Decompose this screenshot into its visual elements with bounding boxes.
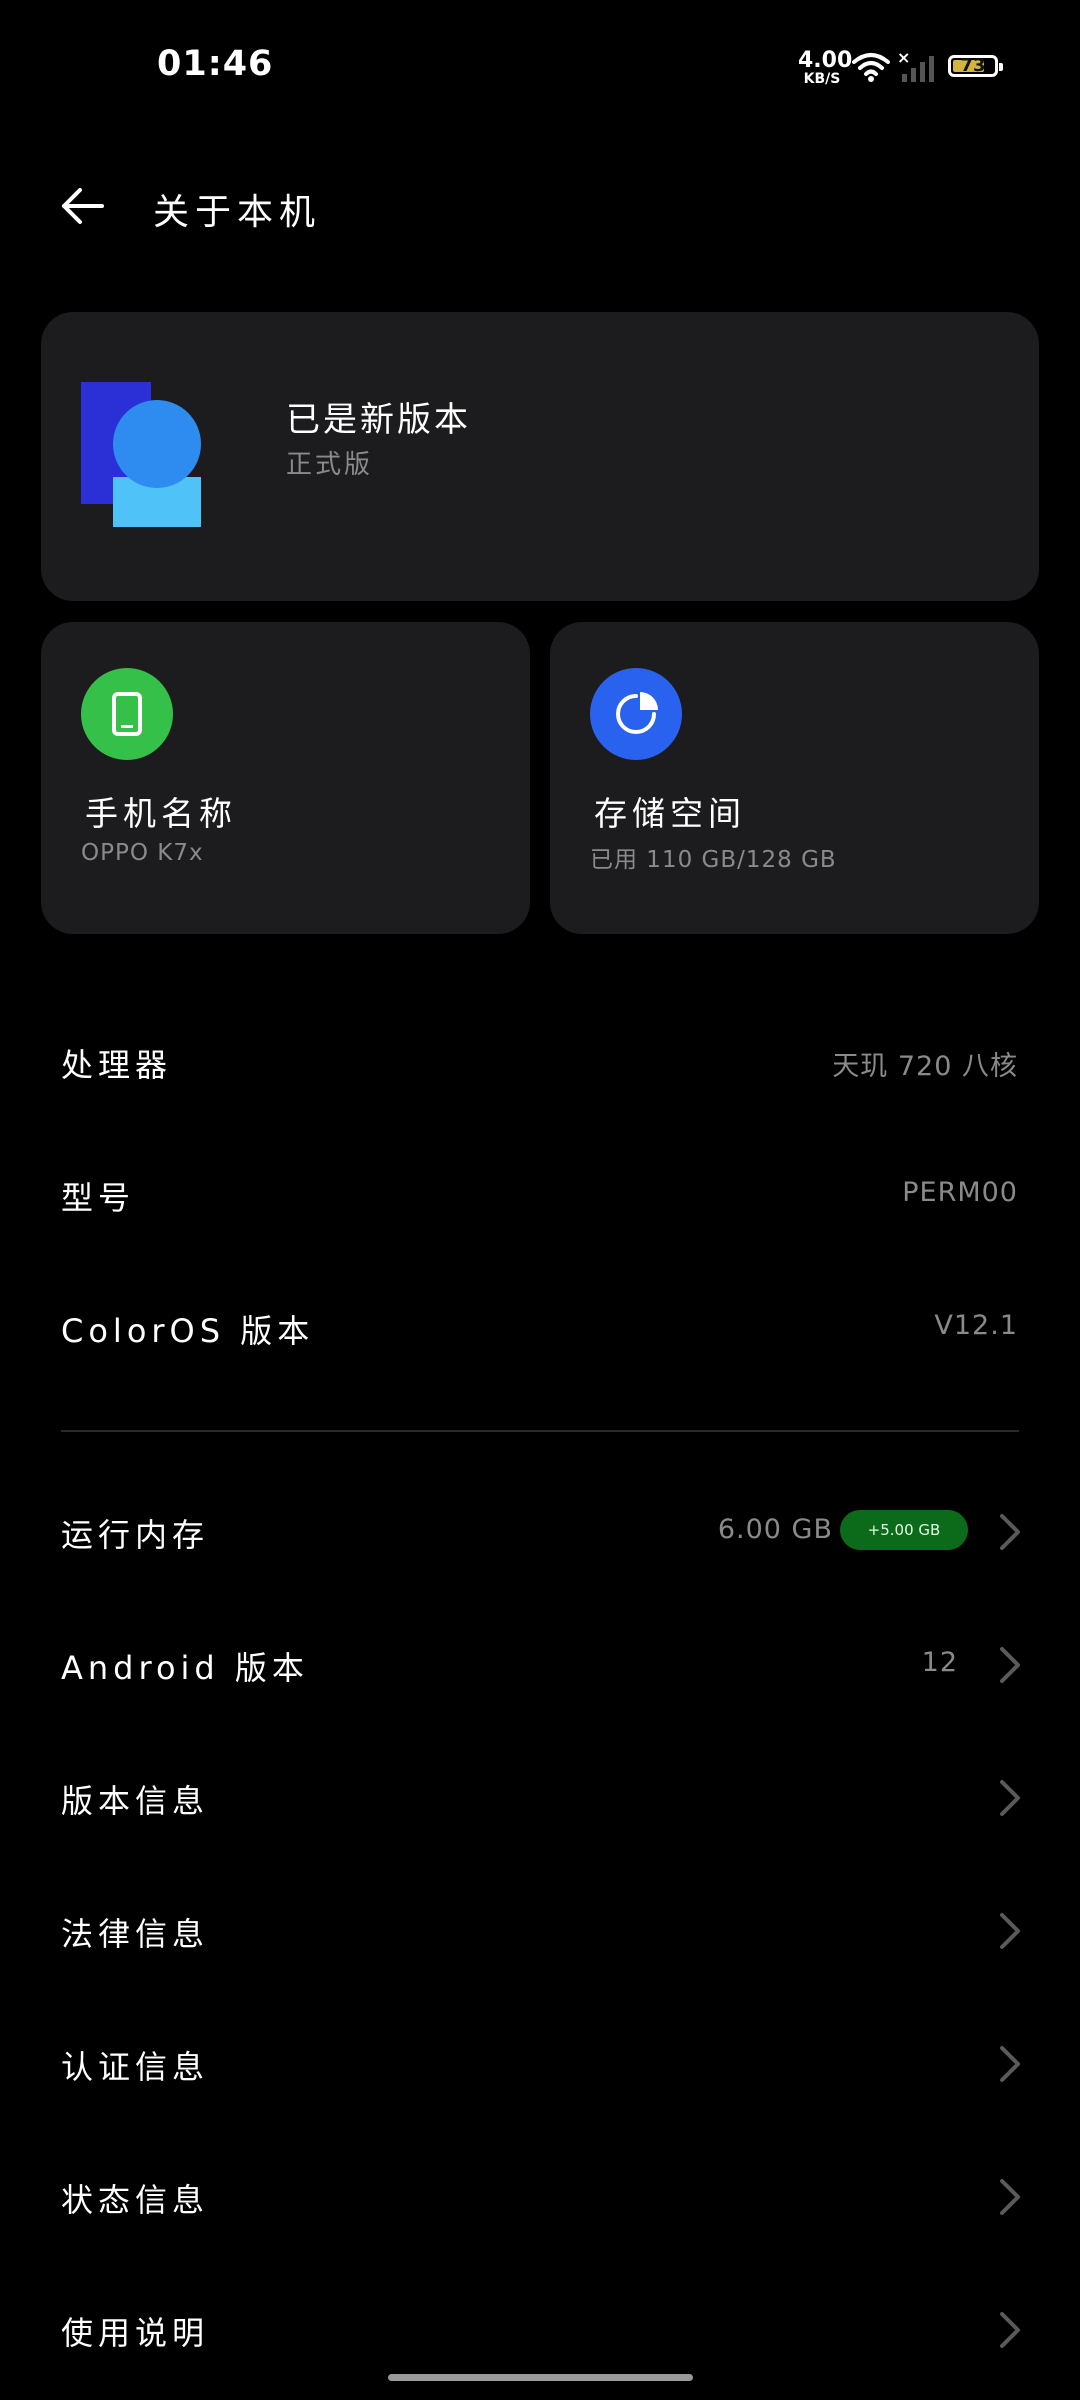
chevron-right-icon	[1000, 1780, 1020, 1816]
phone-name-card[interactable]: 手机名称 OPPO K7x	[41, 622, 530, 934]
net-speed-value: 4.00	[798, 48, 853, 73]
spec-row-model: 型号 PERM00	[0, 1129, 1080, 1262]
spec-label: 处理器	[61, 1046, 173, 1084]
spec-row-coloros-version: ColorOS 版本 V12.1	[0, 1262, 1080, 1395]
menu-item-certification-info[interactable]: 认证信息	[0, 1998, 1080, 2131]
ram-expansion-badge: +5.00 GB	[840, 1510, 968, 1550]
spec-label: ColorOS 版本	[61, 1312, 315, 1350]
ram-row[interactable]: 运行内存 6.00 GB +5.00 GB	[0, 1466, 1080, 1599]
coloros-logo	[81, 382, 201, 527]
update-channel: 正式版	[286, 450, 374, 480]
storage-title: 存储空间	[594, 794, 746, 833]
phone-name-value: OPPO K7x	[81, 840, 204, 866]
chevron-right-icon	[1000, 1913, 1020, 1949]
menu-item-label: 使用说明	[61, 2314, 210, 2352]
page-title: 关于本机	[153, 192, 322, 233]
net-speed: 4.00 KB/S	[798, 48, 853, 87]
chevron-right-icon	[1000, 2312, 1020, 2348]
storage-value: 已用 110 GB/128 GB	[590, 847, 837, 873]
spec-label: 型号	[61, 1179, 136, 1217]
menu-item-version-info[interactable]: 版本信息	[0, 1732, 1080, 1865]
chevron-right-icon	[1000, 1514, 1020, 1550]
phone-name-title: 手机名称	[85, 794, 237, 833]
chevron-right-icon	[1000, 1647, 1020, 1683]
battery-icon: 73	[948, 55, 1003, 77]
menu-item-label: 状态信息	[61, 2181, 210, 2219]
android-label: Android 版本	[61, 1649, 309, 1687]
page-header: 关于本机	[0, 150, 1080, 260]
update-card[interactable]: 已是新版本 正式版	[41, 312, 1039, 601]
phone-icon-badge	[81, 668, 173, 760]
menu-item-label: 法律信息	[61, 1915, 210, 1953]
status-time: 01:46	[157, 44, 274, 84]
pie-chart-icon	[616, 692, 658, 734]
menu-item-label: 版本信息	[61, 1782, 210, 1820]
home-indicator[interactable]	[388, 2374, 693, 2381]
storage-card[interactable]: 存储空间 已用 110 GB/128 GB	[550, 622, 1039, 934]
menu-item-legal-info[interactable]: 法律信息	[0, 1865, 1080, 1998]
spec-value: V12.1	[934, 1310, 1018, 1341]
spec-value: PERM00	[902, 1177, 1018, 1208]
ram-value: 6.00 GB	[717, 1514, 833, 1545]
update-status: 已是新版本	[286, 400, 471, 440]
menu-item-status-info[interactable]: 状态信息	[0, 2131, 1080, 2264]
status-bar: 01:46 4.00 KB/S × 73	[0, 0, 1080, 136]
chevron-right-icon	[1000, 2179, 1020, 2215]
net-speed-unit: KB/S	[803, 71, 841, 87]
android-value: 12	[921, 1647, 958, 1678]
battery-level: 73	[960, 55, 986, 76]
spec-row-processor: 处理器 天玑 720 八核	[0, 996, 1080, 1129]
ram-label: 运行内存	[61, 1516, 210, 1554]
phone-icon	[112, 692, 142, 736]
cellular-signal-icon	[902, 56, 934, 82]
wifi-icon	[852, 53, 890, 82]
battery-tip	[999, 63, 1003, 71]
chevron-right-icon	[1000, 2046, 1020, 2082]
android-version-row[interactable]: Android 版本 12	[0, 1599, 1080, 1732]
arrow-left-icon[interactable]	[56, 180, 108, 232]
storage-icon-badge	[590, 668, 682, 760]
spec-value: 天玑 720 八核	[832, 1051, 1018, 1082]
section-divider	[61, 1430, 1019, 1432]
menu-item-label: 认证信息	[61, 2048, 210, 2086]
